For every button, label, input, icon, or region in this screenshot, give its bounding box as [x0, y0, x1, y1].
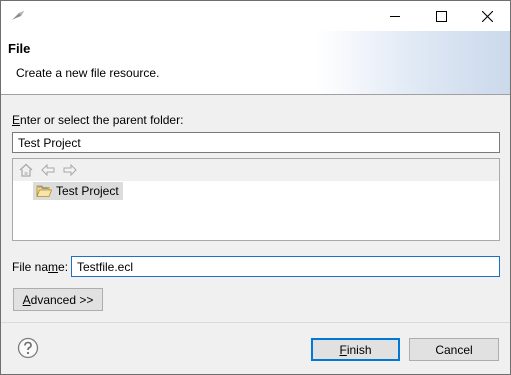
folder-tree[interactable]: Test Project [12, 158, 500, 241]
parent-folder-label: Enter or select the parent folder: [12, 113, 184, 127]
maximize-button[interactable] [418, 1, 464, 31]
home-icon[interactable] [18, 162, 34, 178]
tree-item-test-project[interactable]: Test Project [33, 182, 123, 200]
cancel-button[interactable]: Cancel [409, 338, 499, 361]
close-icon [481, 10, 493, 22]
tree-toolbar [13, 159, 499, 181]
separator [1, 322, 510, 323]
finish-button-label: Finish [339, 342, 372, 357]
advanced-button-label: Advanced >> [22, 292, 94, 307]
open-folder-icon [36, 185, 52, 197]
eclipse-wizard-icon [12, 11, 24, 20]
wizard-description: Create a new file resource. [16, 66, 160, 80]
close-button[interactable] [464, 1, 510, 31]
file-name-label: File name: [12, 260, 69, 274]
title-bar [1, 1, 510, 31]
wizard-title: File [8, 41, 31, 56]
forward-arrow-icon[interactable] [62, 162, 78, 178]
tree-item-label: Test Project [56, 184, 119, 198]
file-name-input[interactable] [71, 256, 500, 277]
parent-folder-input[interactable] [12, 132, 500, 153]
cancel-button-label: Cancel [435, 342, 473, 357]
finish-button[interactable]: Finish [311, 338, 400, 361]
minimize-button[interactable] [372, 1, 418, 31]
advanced-button[interactable]: Advanced >> [13, 288, 103, 311]
back-arrow-icon[interactable] [40, 162, 56, 178]
new-file-dialog: File Create a new file resource. Enter o… [0, 0, 511, 375]
minimize-icon [390, 16, 400, 17]
help-icon[interactable] [17, 337, 39, 359]
maximize-icon [435, 10, 447, 22]
wizard-banner: File Create a new file resource. [1, 31, 510, 95]
